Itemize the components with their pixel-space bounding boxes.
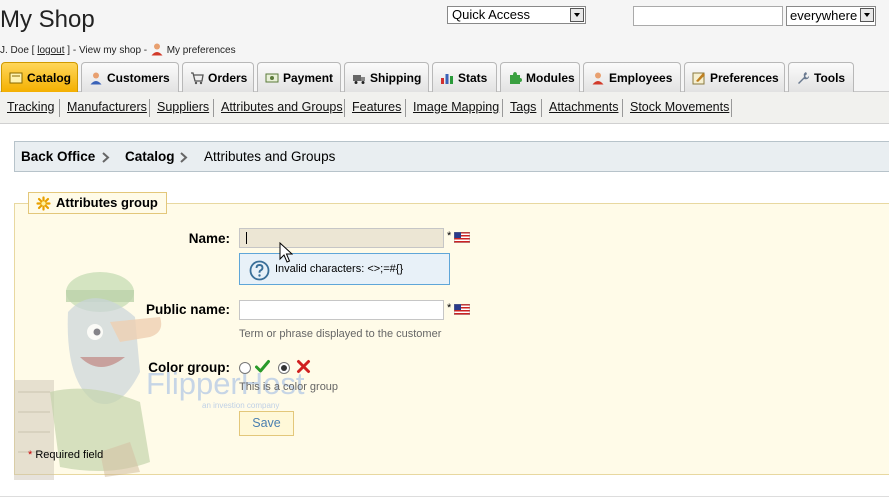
tab-label: Preferences (710, 71, 779, 85)
public-name-label: Public name: (145, 302, 230, 317)
form-legend: Attributes group (28, 192, 167, 214)
breadcrumb: Back Office Catalog Attributes and Group… (14, 141, 889, 172)
tab-customers[interactable]: Customers (81, 62, 179, 92)
tab-catalog[interactable]: Catalog (1, 62, 78, 92)
divider (213, 99, 214, 117)
required-marker: * (447, 302, 452, 314)
tab-label: Tools (814, 71, 846, 85)
divider (541, 99, 542, 117)
divider (405, 99, 406, 117)
breadcrumb-back-office[interactable]: Back Office (21, 149, 95, 164)
help-icon (249, 260, 270, 281)
tab-label: Customers (107, 71, 170, 85)
catalog-icon (9, 72, 23, 84)
chevron-down-icon[interactable] (860, 8, 874, 22)
main-tabs: Catalog Customers Orders Payment Shippin… (0, 62, 889, 92)
quick-access-select[interactable]: Quick Access (447, 6, 586, 24)
text-caret (246, 232, 247, 244)
tab-label: Payment (283, 71, 334, 85)
tab-label: Stats (458, 71, 488, 85)
divider (731, 99, 732, 117)
payment-icon (265, 73, 279, 83)
tab-label: Shipping (370, 71, 422, 85)
divider (344, 99, 345, 117)
sub-tabs: Tracking Manufacturers Suppliers Attribu… (0, 92, 889, 124)
required-field-text: Required field (35, 449, 104, 461)
employee-icon (592, 72, 604, 85)
divider (502, 99, 503, 117)
public-name-help: Term or phrase displayed to the customer (239, 328, 442, 340)
chart-icon (441, 74, 453, 84)
tab-payment[interactable]: Payment (257, 62, 341, 92)
tab-preferences[interactable]: Preferences (684, 62, 785, 92)
tab-tools[interactable]: Tools (788, 62, 854, 92)
subtab-features[interactable]: Features (352, 100, 401, 114)
subtab-image-mapping[interactable]: Image Mapping (413, 100, 499, 114)
tab-label: Orders (208, 71, 248, 85)
subtab-attachments[interactable]: Attachments (549, 100, 618, 114)
name-input[interactable] (239, 228, 444, 248)
header: My Shop J. Doe [ logout ] - View my shop… (0, 0, 889, 62)
my-preferences-link[interactable]: My preferences (167, 45, 236, 56)
chevron-right-icon (180, 152, 188, 163)
subtab-manufacturers[interactable]: Manufacturers (67, 100, 147, 114)
customers-icon (90, 72, 102, 85)
puzzle-icon (510, 72, 522, 84)
divider (0, 496, 889, 497)
mouse-pointer-icon (279, 242, 293, 263)
chevron-down-icon[interactable] (570, 8, 584, 22)
chevron-right-icon (102, 152, 110, 163)
view-shop-link[interactable]: ] - View my shop - (67, 45, 147, 56)
required-field-note: * Required field (28, 449, 103, 461)
check-icon (255, 360, 270, 373)
search-input[interactable] (633, 6, 783, 26)
color-group-no-radio[interactable] (278, 362, 290, 374)
cross-icon (297, 360, 310, 373)
tab-shipping[interactable]: Shipping (344, 62, 429, 92)
subtab-tags[interactable]: Tags (510, 100, 536, 114)
color-group-yes-radio[interactable] (239, 362, 251, 374)
tab-label: Employees (609, 71, 673, 85)
preferences-icon (692, 72, 705, 85)
name-label: Name: (188, 231, 230, 246)
user-preferences-icon (151, 43, 163, 56)
subtab-attributes-groups[interactable]: Attributes and Groups (221, 100, 343, 114)
tab-modules[interactable]: Modules (500, 62, 580, 92)
subtab-stock-movements[interactable]: Stock Movements (630, 100, 729, 114)
required-marker: * (447, 230, 452, 242)
user-name: J. Doe [ (0, 45, 35, 56)
cart-icon (191, 72, 204, 85)
user-line: J. Doe [ logout ] - View my shop - My pr… (0, 42, 236, 56)
breadcrumb-current: Attributes and Groups (204, 149, 336, 164)
us-flag-icon[interactable] (454, 304, 470, 315)
save-button[interactable]: Save (239, 411, 294, 436)
us-flag-icon[interactable] (454, 232, 470, 243)
breadcrumb-catalog[interactable]: Catalog (125, 149, 175, 164)
asterisk-icon (36, 196, 51, 211)
divider (59, 99, 60, 117)
tab-label: Catalog (27, 71, 72, 85)
color-group-label: Color group: (148, 360, 230, 375)
divider (149, 99, 150, 117)
quick-access-value: Quick Access (452, 7, 531, 22)
required-star: * (28, 449, 33, 461)
truck-icon (353, 75, 365, 84)
tab-stats[interactable]: Stats (432, 62, 497, 92)
public-name-input[interactable] (239, 300, 444, 320)
form-legend-title: Attributes group (56, 195, 158, 210)
search-scope-select[interactable]: everywhere (786, 6, 876, 26)
shop-title: My Shop (0, 6, 95, 33)
tab-employees[interactable]: Employees (583, 62, 681, 92)
tab-label: Modules (526, 71, 575, 85)
subtab-suppliers[interactable]: Suppliers (157, 100, 209, 114)
subtab-tracking[interactable]: Tracking (7, 100, 54, 114)
color-group-help: This is a color group (239, 381, 339, 393)
tab-orders[interactable]: Orders (182, 62, 254, 92)
invalid-characters-hint: Invalid characters: <>;=#{} (239, 253, 450, 285)
divider (622, 99, 623, 117)
invalid-characters-text: Invalid characters: <>;=#{} (275, 263, 404, 275)
wrench-icon (798, 72, 809, 84)
logout-link[interactable]: logout (37, 45, 64, 56)
search-scope-value: everywhere (790, 8, 858, 23)
